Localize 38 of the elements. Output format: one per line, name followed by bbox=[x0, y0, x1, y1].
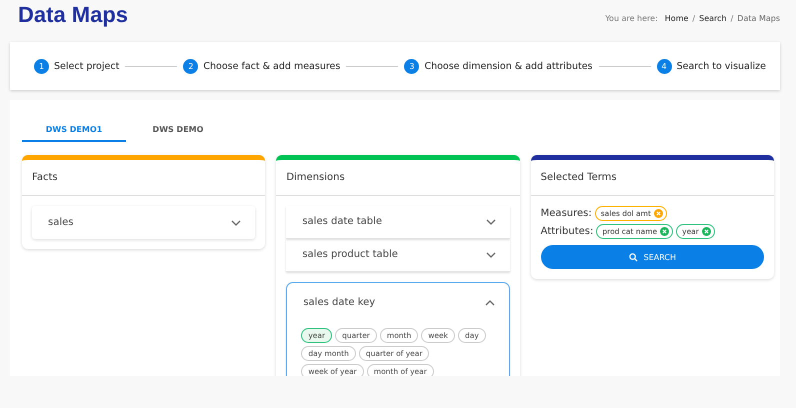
step-number: 2 bbox=[183, 58, 198, 74]
chevron-down-icon bbox=[486, 218, 496, 224]
term-group-label: Measures: bbox=[540, 208, 592, 219]
accordion-label: sales bbox=[48, 217, 74, 228]
chevron-down-icon bbox=[486, 252, 496, 258]
term-group-label: Attributes: bbox=[540, 226, 594, 237]
dimension-accordion[interactable]: sales product table bbox=[286, 239, 510, 272]
step-number: 4 bbox=[656, 58, 672, 74]
remove-icon[interactable] bbox=[660, 227, 670, 236]
dimension-accordion[interactable]: sales date table bbox=[286, 206, 510, 239]
breadcrumb-link[interactable]: Search bbox=[699, 14, 727, 23]
project-tab[interactable]: DWS DEMO bbox=[126, 118, 230, 142]
breadcrumb-separator: / bbox=[692, 14, 696, 23]
step-label: Choose dimension & add attributes bbox=[424, 60, 592, 72]
card-title: Selected Terms bbox=[530, 160, 774, 196]
page-title: Data Maps bbox=[18, 2, 128, 28]
card-title: Facts bbox=[22, 160, 266, 196]
remove-icon[interactable] bbox=[654, 209, 663, 218]
step-label: Choose fact & add measures bbox=[203, 60, 340, 72]
breadcrumb-link[interactable]: Home bbox=[664, 14, 688, 23]
chevron-down-icon bbox=[231, 220, 242, 226]
accordion-label: sales product table bbox=[302, 249, 398, 260]
accordion-label: sales date key bbox=[303, 297, 376, 308]
search-button[interactable]: SEARCH bbox=[540, 245, 764, 269]
card-title: Dimensions bbox=[276, 160, 520, 196]
step-number: 1 bbox=[34, 58, 49, 74]
breadcrumb-current: Data Maps bbox=[737, 14, 780, 23]
fact-accordion[interactable]: sales bbox=[32, 206, 256, 239]
accordion-label: sales date table bbox=[302, 216, 382, 227]
project-tab[interactable]: DWS DEMO1 bbox=[22, 118, 126, 142]
step-label: Search to visualize bbox=[676, 60, 766, 72]
search-icon bbox=[628, 252, 638, 262]
breadcrumb-label: You are here: bbox=[605, 14, 658, 23]
breadcrumb-separator: / bbox=[730, 14, 734, 23]
chevron-up-icon bbox=[484, 300, 495, 306]
step-number: 3 bbox=[404, 58, 420, 74]
step-label: Select project bbox=[54, 60, 120, 72]
remove-icon[interactable] bbox=[702, 227, 711, 236]
